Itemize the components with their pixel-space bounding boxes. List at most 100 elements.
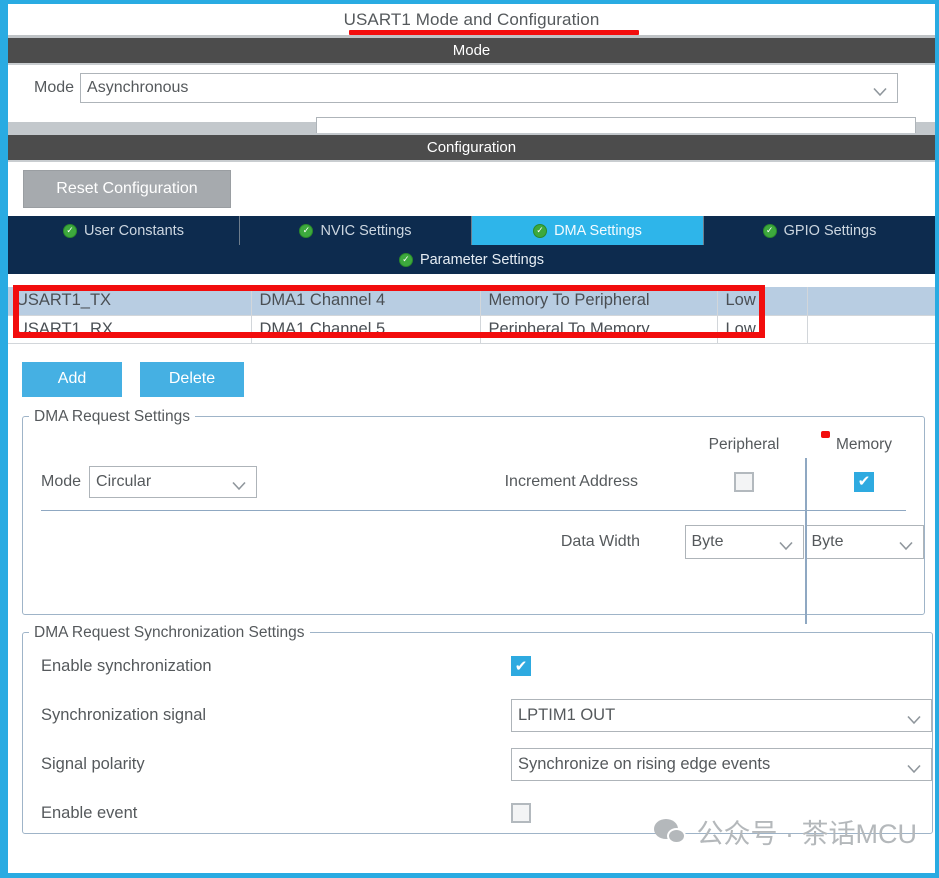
peripheral-memory-divider [805,457,807,624]
tab-dma-settings-label: DMA Settings [554,222,642,239]
mode-select[interactable]: Asynchronous [80,73,899,103]
mode-field-label: Mode [34,79,75,96]
peripheral-column-header: Peripheral [708,435,780,453]
green-check-icon: ✓ [299,223,314,238]
signal-polarity-select[interactable]: Synchronize on rising edge events [511,747,932,781]
enable-synchronization-checkbox[interactable]: ✔ [511,656,531,676]
enable-event-label: Enable event [41,803,138,822]
delete-button[interactable]: Delete [140,361,244,397]
delete-button-label: Delete [168,370,216,387]
page-title: USART1 Mode and Configuration [343,10,600,29]
data-width-row: Data Width Byte Byte [23,511,924,573]
column-headers-row: Peripheral Memory [23,426,924,454]
green-check-icon: ✓ [63,223,78,238]
memory-column-header: Memory [836,435,892,453]
reset-configuration-row: Reset Configuration [8,162,935,216]
mode-area: Mode Asynchronous [8,65,935,133]
table-row[interactable]: USART1_TX DMA1 Channel 4 Memory To Perip… [8,287,935,316]
data-width-peripheral-value: Byte [691,532,724,550]
cell-channel: DMA1 Channel 4 [251,287,481,316]
table-action-buttons: Add Delete [8,344,935,408]
chevron-down-icon [232,477,246,490]
dma-mode-cell: Mode Circular [23,465,307,498]
dma-mode-label: Mode [41,472,82,490]
configuration-section-header-label: Configuration [426,139,517,156]
dma-request-settings-legend: DMA Request Settings [34,407,190,425]
page-title-bar: USART1 Mode and Configuration [8,4,935,38]
synchronization-signal-label: Synchronization signal [41,705,207,724]
enable-synchronization-cb-wrap: ✔ [511,656,531,676]
tab-gpio-settings[interactable]: ✓ GPIO Settings [704,216,935,245]
configuration-section-header: Configuration [8,135,935,162]
enable-synchronization-label: Enable synchronization [41,656,212,675]
dma-mode-select[interactable]: Circular [89,465,258,498]
cell-request: USART1_TX [8,287,252,316]
hardware-flow-control-partial-field[interactable] [316,117,916,133]
mode-section-header-label: Mode [452,42,491,59]
red-dot-annotation [821,430,830,438]
green-check-icon: ✓ [398,252,413,267]
settings-tab-bar: ✓ User Constants ✓ NVIC Settings ✓ DMA S… [8,216,935,245]
increment-memory-cell: ✔ [804,471,924,492]
mode-section-header: Mode [8,38,935,65]
increment-address-label: Increment Address [504,472,638,490]
synchronization-signal-value: LPTIM1 OUT [518,705,616,724]
mode-row: Mode Asynchronous [8,73,935,103]
enable-synchronization-row: Enable synchronization ✔ [23,642,932,691]
dma-sync-settings-group: DMA Request Synchronization Settings Ena… [22,623,933,834]
green-check-icon: ✓ [762,223,777,238]
data-width-memory-cell: Byte [804,524,924,559]
chevron-down-icon [898,537,913,550]
increment-address-memory-checkbox[interactable]: ✔ [854,471,874,492]
usart1-config-panel: USART1 Mode and Configuration Mode Mode … [0,0,939,878]
tab-user-constants[interactable]: ✓ User Constants [8,216,240,245]
cell-extra [807,315,935,344]
tab-dma-settings[interactable]: ✓ DMA Settings [472,216,704,245]
mode-select-value: Asynchronous [87,79,189,96]
chevron-down-icon [907,760,921,774]
title-red-annotation [349,30,639,35]
enable-event-row: Enable event [23,789,932,838]
cell-channel: DMA1 Channel 5 [251,315,481,344]
signal-polarity-value: Synchronize on rising edge events [518,754,771,773]
reset-configuration-label: Reset Configuration [56,179,198,197]
green-check-icon: ✓ [533,223,548,238]
dma-request-table: USART1_TX DMA1 Channel 4 Memory To Perip… [8,287,935,344]
synchronization-signal-select[interactable]: LPTIM1 OUT [511,698,932,732]
data-width-peripheral-select[interactable]: Byte [684,524,804,559]
synchronization-signal-row: Synchronization signal LPTIM1 OUT [23,691,932,740]
dma-request-settings-group: DMA Request Settings Peripheral Memory M… [22,407,925,624]
dma-mode-select-value: Circular [96,472,152,490]
cell-direction: Peripheral To Memory [480,315,718,344]
data-width-label: Data Width [560,532,640,550]
dma-request-table-wrap: USART1_TX DMA1 Channel 4 Memory To Perip… [8,274,935,344]
cell-priority: Low [717,315,808,344]
subtab-parameter-settings[interactable]: ✓ Parameter Settings [8,245,935,274]
reset-configuration-button[interactable]: Reset Configuration [23,169,231,208]
signal-polarity-label: Signal polarity [41,754,145,773]
add-button[interactable]: Add [22,361,122,397]
data-width-peripheral-cell: Byte [684,524,804,559]
tab-nvic-settings[interactable]: ✓ NVIC Settings [240,216,472,245]
increment-peripheral-cell [684,471,804,492]
dma-sync-settings-legend: DMA Request Synchronization Settings [34,623,305,641]
signal-polarity-row: Signal polarity Synchronize on rising ed… [23,740,932,789]
cell-extra [807,287,935,316]
cell-direction: Memory To Peripheral [480,287,718,316]
title-divider [8,35,935,38]
increment-address-row: Mode Circular Increment Address ✔ [23,454,924,510]
cell-priority: Low [717,287,808,316]
chevron-down-icon [907,711,921,725]
add-button-label: Add [57,370,87,387]
tab-nvic-settings-label: NVIC Settings [320,222,412,239]
enable-event-checkbox[interactable] [511,803,531,823]
table-row[interactable]: USART1_RX DMA1 Channel 5 Peripheral To M… [8,315,935,344]
tab-user-constants-label: User Constants [84,222,184,239]
subtab-parameter-settings-label: Parameter Settings [419,251,545,268]
increment-address-peripheral-checkbox[interactable] [734,471,754,492]
chevron-down-icon [873,84,887,97]
enable-event-cb-wrap [511,803,531,823]
data-width-memory-select[interactable]: Byte [804,524,924,559]
data-width-memory-value: Byte [811,532,844,550]
chevron-down-icon [778,537,793,550]
